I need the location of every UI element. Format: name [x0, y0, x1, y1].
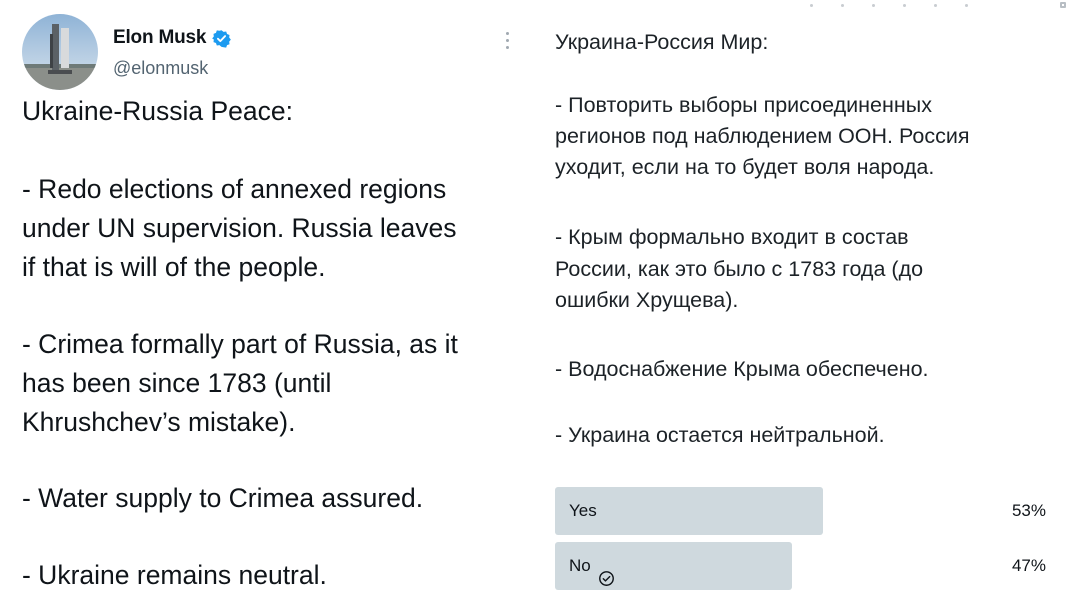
tweet-title: Ukraine-Russia Peace: [22, 96, 294, 126]
tweet-line: if that is will of the people. [22, 252, 326, 282]
russian-tweet-panel: Украина-Россия Мир: - Повторить выборы п… [535, 0, 1080, 608]
poll-option-yes[interactable]: Yes 53% [555, 487, 1060, 535]
poll-percent: 53% [1011, 501, 1046, 520]
poll-percent: 47% [1011, 556, 1046, 575]
poll-option-text: Yes [569, 501, 597, 520]
translation-line: - Крым формально входит в состав [555, 225, 909, 249]
translation-line: уходит, если на то будет воля народа. [555, 155, 935, 179]
avatar[interactable] [22, 14, 98, 90]
top-decoration [810, 4, 968, 7]
tweet-line: has been since 1783 (until [22, 368, 332, 398]
translation-line: - Украина остается нейтральной. [555, 423, 885, 447]
translation-line: - Повторить выборы присоединенных [555, 93, 932, 117]
poll-option-label: No [569, 542, 615, 590]
poll-option-text: No [569, 556, 591, 575]
tweet-line: - Water supply to Crimea assured. [22, 483, 424, 513]
tweet-line: - Ukraine remains neutral. [22, 560, 327, 590]
translation-line: ошибки Хрущева). [555, 288, 739, 312]
poll-option-no[interactable]: No 47% [555, 542, 1060, 590]
check-circle-icon [598, 558, 615, 586]
tweet-line: Khrushchev’s mistake). [22, 407, 296, 437]
author-name-row[interactable]: Elon Musk [113, 27, 232, 49]
more-options-icon[interactable] [504, 32, 510, 52]
translation-line: России, как это было с 1783 года (до [555, 257, 924, 281]
author-handle[interactable]: @elonmusk [113, 58, 208, 79]
translation-line: регионов под наблюдением ООН. Россия [555, 124, 970, 148]
english-tweet-panel: Elon Musk @elonmusk Ukraine-Russia Peace… [0, 0, 535, 608]
author-display-name[interactable]: Elon Musk [113, 27, 206, 49]
translation-line: - Водоснабжение Крыма обеспечено. [555, 357, 929, 381]
verified-badge-icon [212, 29, 232, 48]
corner-icon [1060, 2, 1066, 8]
translation-title: Украина-Россия Мир: [555, 30, 769, 54]
tweet-line: - Crimea formally part of Russia, as it [22, 329, 458, 359]
poll-option-label: Yes [569, 487, 597, 535]
tweet-line: under UN supervision. Russia leaves [22, 213, 457, 243]
tweet-line: - Redo elections of annexed regions [22, 174, 447, 204]
